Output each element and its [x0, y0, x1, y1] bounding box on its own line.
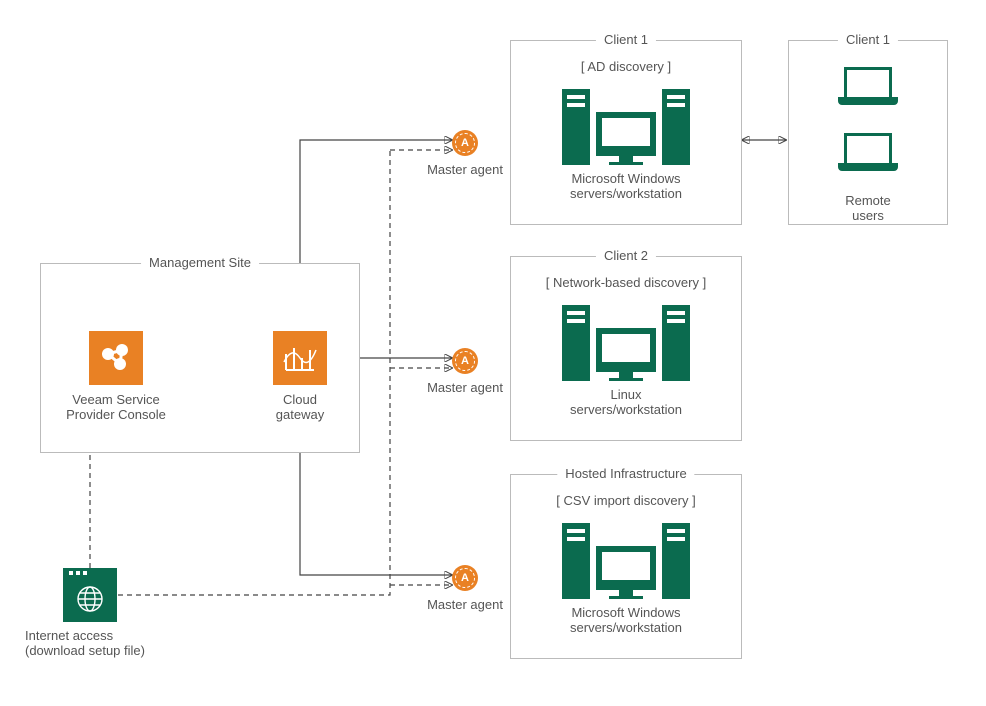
windows-servers-icon — [562, 523, 690, 599]
group-client1: Client 1 [ AD discovery ] Microsoft Wind… — [510, 40, 742, 225]
workload-label: Microsoft Windows servers/workstation — [570, 171, 682, 201]
master-agent-icon: A — [452, 348, 478, 374]
architecture-diagram: Management Site Veeam Service Provider C… — [0, 0, 986, 706]
cloud-gateway-icon — [273, 331, 327, 385]
discovery-method: [ AD discovery ] — [581, 59, 671, 74]
master-agent-icon: A — [452, 130, 478, 156]
internet-icon — [63, 568, 117, 622]
group-client1-remote: Client 1 Remote users — [788, 40, 948, 225]
cloud-gateway-label: Cloud gateway — [276, 392, 324, 422]
workload-label: Linux servers/workstation — [570, 387, 682, 417]
remote-users-label: Remote users — [829, 193, 908, 223]
group-title: Client 1 — [596, 32, 656, 47]
vspc-icon — [89, 331, 143, 385]
master-agent-icon: A — [452, 565, 478, 591]
discovery-method: [ CSV import discovery ] — [556, 493, 695, 508]
master-agent-label: Master agent — [410, 380, 520, 395]
master-agent-label: Master agent — [410, 597, 520, 612]
vspc-label: Veeam Service Provider Console — [66, 392, 166, 422]
group-title: Client 1 — [838, 32, 898, 47]
group-management-site: Management Site Veeam Service Provider C… — [40, 263, 360, 453]
windows-servers-icon — [562, 89, 690, 165]
discovery-method: [ Network-based discovery ] — [546, 275, 706, 290]
remote-laptops-icon — [838, 67, 898, 177]
group-title: Client 2 — [596, 248, 656, 263]
linux-servers-icon — [562, 305, 690, 381]
group-hosted: Hosted Infrastructure [ CSV import disco… — [510, 474, 742, 659]
internet-label: Internet access (download setup file) — [25, 628, 185, 658]
group-title: Hosted Infrastructure — [557, 466, 694, 481]
workload-label: Microsoft Windows servers/workstation — [570, 605, 682, 635]
group-title: Management Site — [141, 255, 259, 270]
master-agent-label: Master agent — [410, 162, 520, 177]
group-client2: Client 2 [ Network-based discovery ] Lin… — [510, 256, 742, 441]
